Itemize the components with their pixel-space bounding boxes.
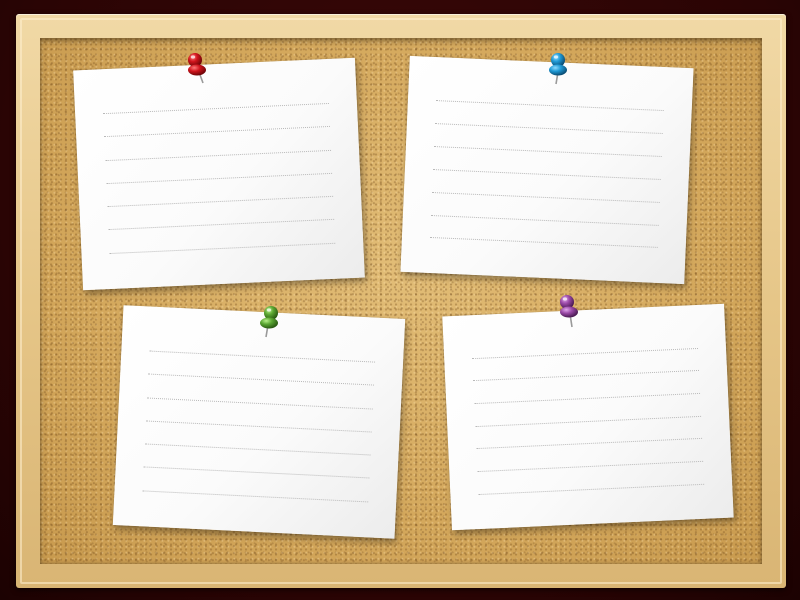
note-line xyxy=(149,350,375,363)
note-line xyxy=(108,219,335,231)
note-line xyxy=(475,415,701,427)
note-line xyxy=(146,420,372,433)
blue-pushpin-icon[interactable] xyxy=(543,50,573,86)
note-card-2[interactable] xyxy=(400,55,694,285)
note-lines xyxy=(430,100,664,249)
note-line xyxy=(104,126,330,138)
note-line xyxy=(107,196,333,208)
note-line xyxy=(473,370,699,382)
note-line xyxy=(472,347,698,359)
red-pushpin-icon[interactable] xyxy=(182,50,212,86)
note-card-1[interactable] xyxy=(73,57,365,291)
purple-pushpin-icon[interactable] xyxy=(553,292,583,328)
note-card-4[interactable] xyxy=(442,303,734,531)
note-line xyxy=(148,373,374,386)
note-line xyxy=(106,172,332,185)
note-line xyxy=(431,214,659,226)
note-line xyxy=(143,466,370,479)
note-line xyxy=(430,237,658,249)
note-line xyxy=(147,397,373,410)
note-line xyxy=(477,460,703,473)
note-line xyxy=(433,168,661,180)
note-line xyxy=(144,443,371,456)
note-line xyxy=(434,146,662,157)
note-line xyxy=(432,191,660,203)
note-lines xyxy=(103,102,336,254)
note-line xyxy=(476,438,702,450)
note-lines xyxy=(472,347,704,495)
note-lines xyxy=(142,350,375,503)
note-line xyxy=(142,490,369,503)
note-line xyxy=(103,102,329,115)
note-line xyxy=(474,393,700,405)
note-line xyxy=(435,123,663,135)
note-card-3[interactable] xyxy=(112,305,406,539)
note-line xyxy=(105,149,331,161)
note-line xyxy=(436,100,664,112)
note-line xyxy=(478,483,704,495)
green-pushpin-icon[interactable] xyxy=(255,303,285,339)
note-line xyxy=(109,242,336,254)
